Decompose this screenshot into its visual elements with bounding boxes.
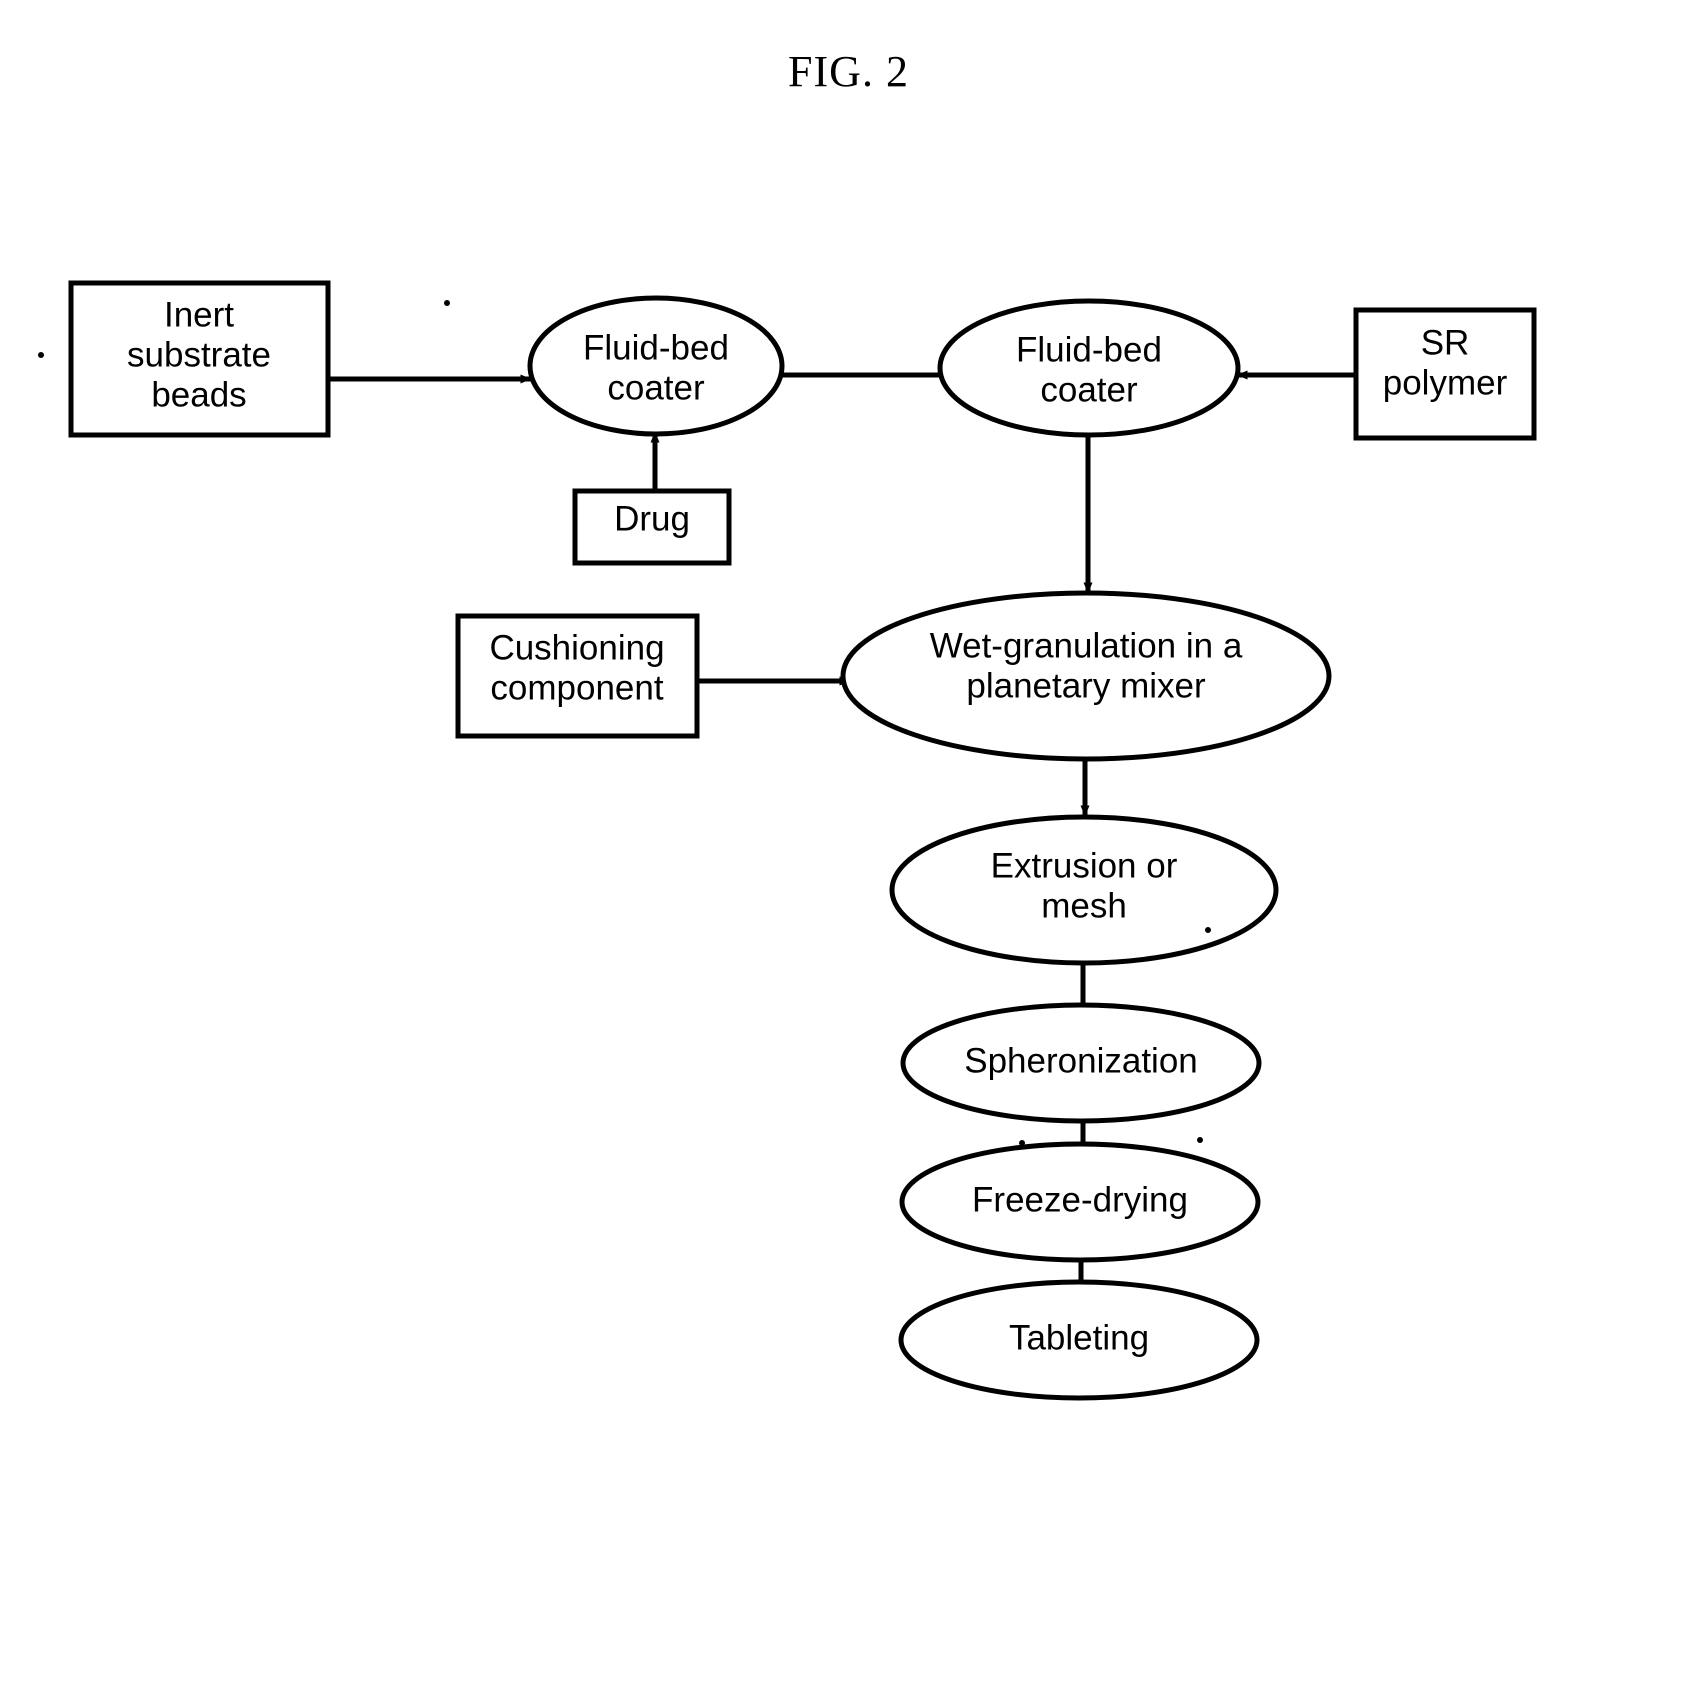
node-label-line: SR — [1421, 323, 1470, 362]
node-label-line: Cushioning — [489, 628, 664, 667]
node-label-line: coater — [607, 368, 705, 407]
process-flow-diagram: Inert substrate beads Fluid-bed coater F… — [38, 280, 1537, 1401]
scan-speck — [1197, 1137, 1203, 1143]
node-wet-granulation: Wet-granulation in a planetary mixer — [840, 590, 1332, 762]
node-label-line: Extrusion or — [991, 846, 1178, 885]
node-label-line: mesh — [1041, 886, 1127, 925]
node-label-line: Drug — [614, 499, 690, 538]
node-label-line: component — [490, 668, 663, 707]
figure-page: FIG. 2 Inert substrate beads Fluid-bed c… — [0, 0, 1697, 1683]
node-spheronization: Spheronization — [900, 1002, 1262, 1124]
node-label-line: Spheronization — [964, 1041, 1198, 1080]
node-label-line: beads — [151, 375, 246, 414]
scan-speck — [1205, 927, 1211, 933]
node-label-line: substrate — [127, 335, 271, 374]
node-sr-polymer: SR polymer — [1353, 307, 1537, 441]
node-label-line: Wet-granulation in a — [930, 626, 1243, 665]
node-inert-substrate-beads: Inert substrate beads — [68, 280, 331, 438]
node-fluid-bed-coater-2: Fluid-bed coater — [937, 298, 1241, 438]
node-label-line: coater — [1040, 370, 1138, 409]
node-freeze-drying: Freeze-drying — [899, 1141, 1261, 1263]
node-label-line: polymer — [1383, 363, 1508, 402]
node-fluid-bed-coater-1: Fluid-bed coater — [527, 295, 785, 437]
scan-speck — [444, 300, 450, 306]
node-label-line: Fluid-bed — [1016, 330, 1162, 369]
node-cushioning-component: Cushioning component — [455, 613, 700, 739]
node-extrusion-or-mesh: Extrusion or mesh — [889, 814, 1279, 966]
node-label-line: Tableting — [1009, 1318, 1149, 1357]
node-drug: Drug — [572, 488, 732, 566]
node-label-line: planetary mixer — [966, 666, 1206, 705]
node-label-line: Fluid-bed — [583, 328, 729, 367]
node-label-line: Inert — [164, 295, 234, 334]
node-tableting: Tableting — [898, 1279, 1260, 1401]
scan-speck — [1019, 1140, 1025, 1146]
scan-speck — [38, 352, 44, 358]
node-label-line: Freeze-drying — [972, 1180, 1188, 1219]
